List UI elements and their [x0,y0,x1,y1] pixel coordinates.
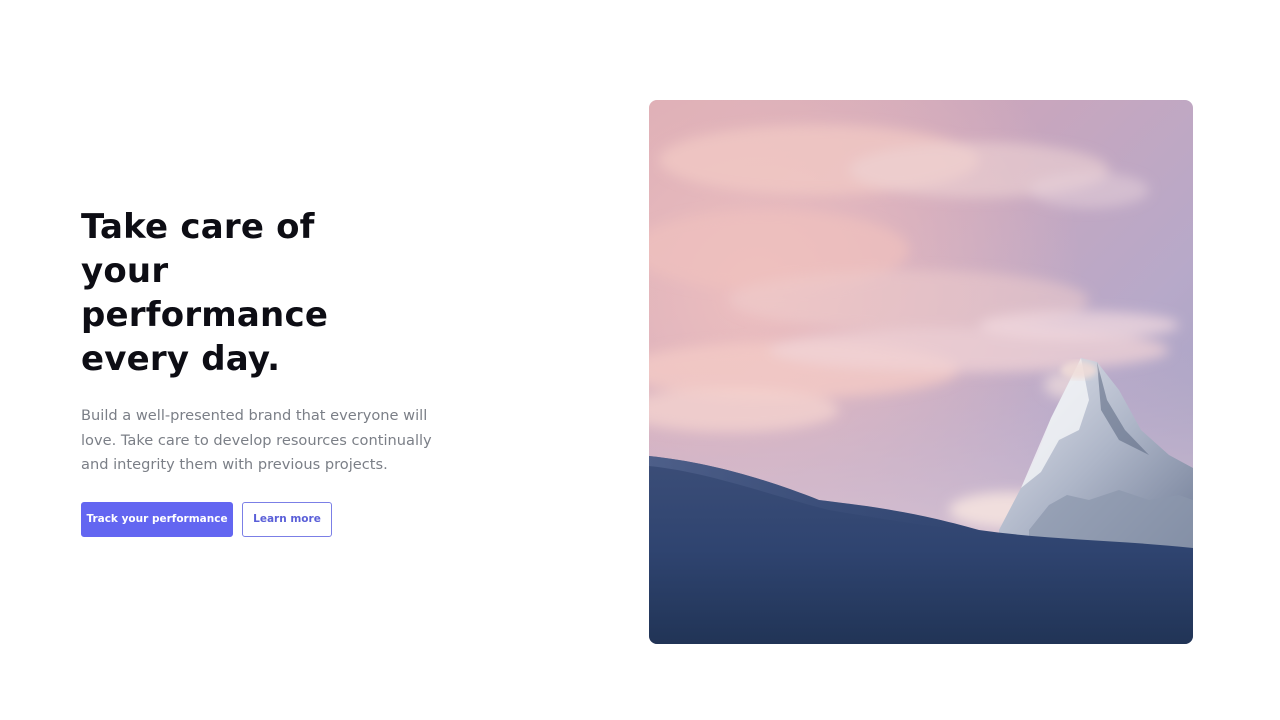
hero-description: Build a well-presented brand that everyo… [81,407,432,473]
learn-more-button[interactable]: Learn more [242,501,332,537]
hero-actions: Track your performance Learn more [81,501,521,537]
track-performance-button[interactable]: Track your performance [81,501,233,537]
hero-headline: Take care of your performance every day. [81,207,329,379]
hero-text-block: Take care of your performance every day.… [81,205,521,537]
hero-section: Take care of your performance every day.… [0,0,1280,720]
mountain-sunset-image [649,100,1193,644]
